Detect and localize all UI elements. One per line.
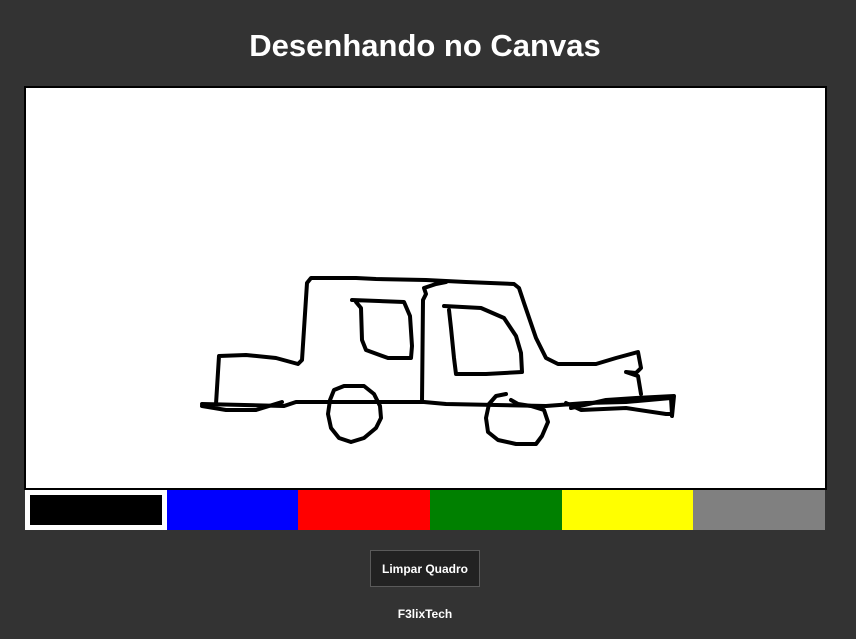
car-window-rear (442, 304, 524, 376)
car-sketch (200, 276, 676, 446)
car-door-stroke (420, 280, 448, 404)
car-hood-stroke (214, 276, 643, 406)
clear-canvas-button[interactable]: Limpar Quadro (370, 550, 480, 587)
car-wheel-rear (484, 392, 550, 446)
color-swatch-red[interactable] (298, 490, 430, 530)
car-wheel-front (326, 384, 383, 444)
drawing-canvas[interactable] (24, 86, 827, 490)
car-window-front (350, 298, 414, 360)
color-swatch-yellow[interactable] (562, 490, 693, 530)
color-palette (25, 490, 825, 530)
color-swatch-black[interactable] (25, 490, 167, 530)
footer-brand: F3lixTech (397, 607, 453, 621)
canvas-drawing[interactable] (26, 88, 825, 488)
color-swatch-gray[interactable] (693, 490, 825, 530)
color-swatch-blue[interactable] (167, 490, 298, 530)
page-title: Desenhando no Canvas (249, 28, 601, 63)
color-swatch-green[interactable] (430, 490, 562, 530)
